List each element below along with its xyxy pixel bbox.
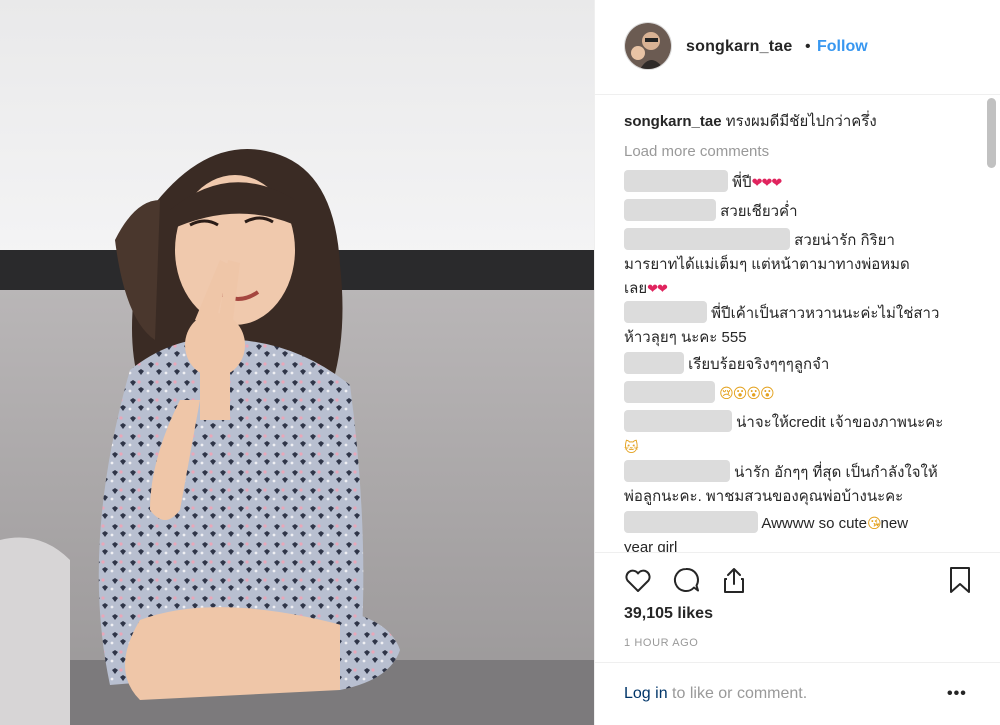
comment-bubble-icon[interactable]: [671, 565, 701, 595]
comment-text-after: new: [880, 515, 909, 532]
caption-username[interactable]: songkarn_tae: [624, 113, 722, 130]
list-item: พี่ปี❤❤❤: [624, 170, 970, 195]
follow-button[interactable]: Follow: [817, 38, 868, 56]
comment-text: น่าจะให้credit เจ้าของภาพนะคะ: [736, 414, 944, 431]
login-link[interactable]: Log in: [624, 685, 668, 702]
login-footer: Log in to like or comment. •••: [595, 662, 1000, 725]
scrollbar-thumb[interactable]: [987, 98, 996, 168]
heart-icon[interactable]: [623, 565, 653, 595]
comment-text: เรียบร้อยจริงๆๆๆลูกจำ: [688, 356, 830, 373]
list-item: เรียบร้อยจริงๆๆๆลูกจำ: [624, 352, 970, 377]
share-icon[interactable]: [719, 565, 749, 595]
post-side-panel: songkarn_tae • Follow songkarn_tae ทรงผม…: [594, 0, 1000, 725]
comment-text-line2: พ่อลูกนะคะ. พาชมสวนของคุณพ่อบ้างนะคะ: [624, 488, 904, 505]
caption: songkarn_tae ทรงผมดีมีชัยไปกว่าครึ่ง: [624, 112, 877, 132]
comments-scrollbar[interactable]: [987, 98, 996, 550]
comment-list[interactable]: songkarn_tae ทรงผมดีมีชัยไปกว่าครึ่ง Loa…: [595, 96, 1000, 552]
blurred-username[interactable]: [624, 381, 715, 403]
blurred-username[interactable]: [624, 352, 684, 374]
caption-text: ทรงผมดีมีชัยไปกว่าครึ่ง: [725, 113, 877, 130]
list-item: สวยน่ารัก กิริยา มารยาทได้แม่เต็มๆ แต่หน…: [624, 228, 970, 301]
comment-text-line2: year girl: [624, 539, 678, 552]
comment-text: สวยเชียวค่ำ: [720, 203, 798, 220]
blurred-username[interactable]: [624, 511, 758, 533]
blurred-username[interactable]: [624, 460, 730, 482]
kiss-emoji: 😘: [866, 515, 882, 531]
list-item: น่าจะให้credit เจ้าของภาพนะคะ 🐱: [624, 410, 970, 460]
action-bar: 39,105 likes 1 HOUR AGO: [595, 552, 1000, 662]
more-options-icon[interactable]: •••: [947, 685, 967, 703]
comment-text-line3: เลย: [624, 280, 648, 297]
likes-count[interactable]: 39,105 likes: [624, 605, 713, 623]
list-item: สวยเชียวค่ำ: [624, 199, 970, 224]
comment-text: พี่ปี: [732, 174, 752, 191]
post-timestamp[interactable]: 1 HOUR AGO: [624, 637, 698, 649]
list-item: Awwww so cute😘new year girl: [624, 511, 970, 552]
blurred-username[interactable]: [624, 199, 716, 221]
list-item: น่ารัก อักๆๆ ที่สุด เป็นกำลังใจให้ พ่อลู…: [624, 460, 970, 509]
emoji-reactions: 😢😮😮😮: [719, 385, 774, 401]
blurred-username[interactable]: [624, 228, 790, 250]
login-prompt: Log in to like or comment.: [624, 685, 807, 703]
comment-text: พี่ปีเค้าเป็นสาวหวานนะค่ะไม่ใช่สาว: [711, 305, 940, 322]
comment-text-line2: มารยาทได้แม่เต็มๆ แต่หน้าตามาทางพ่อหมด: [624, 256, 910, 273]
avatar[interactable]: [624, 22, 672, 70]
blurred-username[interactable]: [624, 170, 728, 192]
load-more-comments-button[interactable]: Load more comments: [624, 143, 769, 160]
list-item: พี่ปีเค้าเป็นสาวหวานนะค่ะไม่ใช่สาว ห้าวล…: [624, 301, 970, 350]
heart-emoji: ❤❤❤: [751, 175, 783, 190]
login-prompt-text: to like or comment.: [667, 685, 808, 702]
comment-text-line2: ห้าวลุยๆ นะคะ 555: [624, 329, 747, 346]
bookmark-icon[interactable]: [945, 565, 975, 595]
header-username[interactable]: songkarn_tae: [686, 38, 792, 56]
separator-dot: •: [805, 38, 811, 55]
post-header: songkarn_tae • Follow: [595, 0, 1000, 95]
blurred-username[interactable]: [624, 301, 707, 323]
comment-text: สวยน่ารัก กิริยา: [794, 232, 895, 249]
comment-text: Awwww so cute: [761, 515, 867, 532]
blurred-username[interactable]: [624, 410, 732, 432]
post-photo[interactable]: [0, 0, 594, 725]
list-item: 😢😮😮😮: [624, 381, 970, 406]
heart-emoji: ❤❤: [647, 281, 668, 296]
cat-emoji: 🐱: [624, 439, 639, 455]
post-photo-image: [0, 0, 594, 725]
comment-text: น่ารัก อักๆๆ ที่สุด เป็นกำลังใจให้: [734, 464, 938, 481]
